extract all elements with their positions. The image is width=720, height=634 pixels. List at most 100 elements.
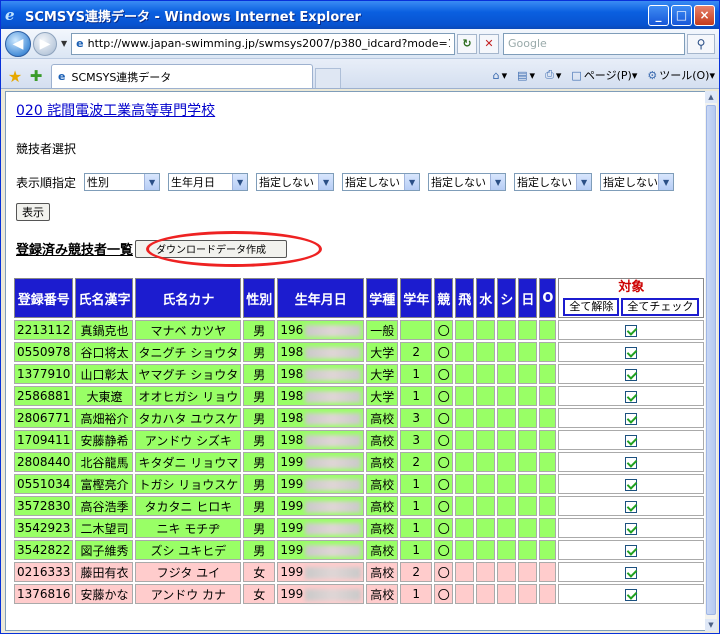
comp-cell: 〇 — [434, 474, 454, 494]
event-cell — [455, 430, 475, 450]
event-cell — [539, 584, 557, 604]
table-row: 2586881 大東遼 オオヒガシ リョウ男 198 大学 1 〇 — [14, 386, 705, 406]
tools-menu[interactable]: ⚙ ツール(O) ▾ — [647, 67, 715, 83]
download-data-button[interactable]: ダウンロードデータ作成 — [135, 239, 288, 258]
target-checkbox[interactable] — [625, 412, 638, 425]
col-header: シ — [497, 278, 517, 318]
event-cell — [455, 342, 475, 362]
search-input[interactable]: Google — [503, 32, 685, 55]
sort-select-5[interactable]: 指定しない ▼ — [428, 173, 507, 191]
check-all-button[interactable]: 全てチェック — [621, 298, 700, 316]
target-checkbox[interactable] — [625, 478, 638, 491]
sort-select-3[interactable]: 指定しない ▼ — [256, 173, 335, 191]
col-header: 日 — [518, 278, 538, 318]
feeds-button[interactable]: ▤ ▾ — [517, 69, 535, 82]
target-checkbox[interactable] — [625, 522, 638, 535]
name-kana-cell: トガシ リョウスケ — [135, 474, 242, 494]
event-cell — [497, 386, 517, 406]
command-bar: ⌂ ▾ ▤ ▾ ⎙ ▾ □ ページ(P) ▾ ⚙ ツール(O) ▾ — [341, 62, 715, 88]
uncheck-all-button[interactable]: 全て解除 — [563, 298, 620, 316]
sort-select-2[interactable]: 生年月日 ▼ — [168, 173, 249, 191]
sort-select-6[interactable]: 指定しない ▼ — [514, 173, 593, 191]
school-type-cell: 大学 — [366, 386, 399, 406]
school-link[interactable]: 020 詫間電波工業高等専門学校 — [16, 103, 215, 119]
scroll-up-icon[interactable]: ▲ — [705, 91, 717, 103]
blurred-dob — [305, 522, 362, 535]
table-row: 0550978 谷口将太 タニグチ ショウタ男 198 大学 2 〇 — [14, 342, 705, 362]
reg-no-cell: 2806771 — [14, 408, 74, 428]
sex-cell: 男 — [243, 320, 276, 340]
tab-scmsys[interactable]: e SCMSYS連携データ — [51, 64, 313, 88]
comp-cell: 〇 — [434, 540, 454, 560]
school-type-cell: 高校 — [366, 408, 399, 428]
event-cell — [497, 474, 517, 494]
event-cell — [476, 518, 496, 538]
url-input[interactable]: e http://www.japan-swimming.jp/swmsys200… — [71, 32, 455, 55]
sort-select-1[interactable]: 性別 ▼ — [84, 173, 161, 191]
page-content: 020 詫間電波工業高等専門学校 競技者選択 表示順指定 性別 ▼ 生年月日 ▼ 指… — [16, 100, 696, 267]
event-cell — [539, 364, 557, 384]
minimize-button[interactable]: _ — [648, 4, 669, 26]
school-type-cell: 大学 — [366, 364, 399, 384]
target-checkbox[interactable] — [625, 566, 638, 579]
stop-button[interactable]: ✕ — [479, 33, 499, 54]
name-kanji-cell: 藤田有衣 — [75, 562, 134, 582]
target-checkbox[interactable] — [625, 456, 638, 469]
select-label: 競技者選択 — [16, 142, 77, 156]
search-button[interactable]: ⚲ — [687, 33, 715, 54]
col-header: 氏名カナ — [135, 278, 242, 318]
event-cell — [497, 408, 517, 428]
target-checkbox[interactable] — [625, 500, 638, 513]
target-checkbox[interactable] — [625, 368, 638, 381]
dob-cell: 198 — [277, 408, 365, 428]
event-cell — [518, 364, 538, 384]
scroll-down-icon[interactable]: ▼ — [705, 619, 717, 631]
chevron-down-icon: ▼ — [144, 174, 160, 190]
target-checkbox[interactable] — [625, 544, 638, 557]
close-button[interactable]: × — [694, 4, 715, 26]
event-cell — [539, 540, 557, 560]
school-type-cell: 高校 — [366, 452, 399, 472]
sort-select-7[interactable]: 指定しない ▼ — [600, 173, 675, 191]
show-button[interactable]: 表示 — [16, 203, 50, 221]
dob-cell: 196 — [277, 320, 365, 340]
target-cell — [558, 452, 705, 472]
school-type-cell: 高校 — [366, 430, 399, 450]
comp-cell: 〇 — [434, 364, 454, 384]
back-button[interactable]: ◀ — [5, 30, 31, 57]
page-menu[interactable]: □ ページ(P) ▾ — [571, 67, 637, 83]
new-tab-button[interactable] — [315, 68, 341, 88]
dob-cell: 199 — [277, 540, 365, 560]
sort-select-4[interactable]: 指定しない ▼ — [342, 173, 421, 191]
target-checkbox[interactable] — [625, 434, 638, 447]
maximize-button[interactable]: □ — [671, 4, 692, 26]
target-checkbox[interactable] — [625, 390, 638, 403]
dob-cell: 199 — [277, 496, 365, 516]
gear-icon: ⚙ — [647, 68, 658, 82]
home-button[interactable]: ⌂ ▾ — [493, 69, 508, 82]
target-checkbox[interactable] — [625, 588, 638, 601]
add-favorite-icon[interactable]: ✚ — [25, 64, 47, 88]
scrollbar-thumb[interactable] — [706, 105, 716, 615]
event-cell — [497, 540, 517, 560]
history-dropdown-icon[interactable]: ▼ — [61, 39, 67, 48]
favorites-star-icon[interactable]: ★ — [5, 64, 25, 88]
print-button[interactable]: ⎙ ▾ — [545, 68, 561, 82]
event-cell — [518, 474, 538, 494]
event-cell — [476, 584, 496, 604]
target-checkbox[interactable] — [625, 346, 638, 359]
refresh-button[interactable]: ↻ — [457, 33, 477, 54]
school-type-cell: 高校 — [366, 584, 399, 604]
grade-cell: 1 — [400, 474, 433, 494]
forward-button[interactable]: ▶ — [33, 31, 57, 56]
event-cell — [476, 496, 496, 516]
table-row: 0216333 藤田有衣 フジタ ユイ女 199 高校 2 〇 — [14, 562, 705, 582]
sort-label: 表示順指定 — [16, 175, 77, 190]
event-cell — [476, 562, 496, 582]
grade-cell: 1 — [400, 364, 433, 384]
school-type-cell: 高校 — [366, 474, 399, 494]
target-checkbox[interactable] — [625, 324, 638, 337]
sex-cell: 男 — [243, 452, 276, 472]
name-kanji-cell: 高谷浩季 — [75, 496, 134, 516]
vertical-scrollbar[interactable]: ▲ ▼ — [705, 91, 717, 631]
